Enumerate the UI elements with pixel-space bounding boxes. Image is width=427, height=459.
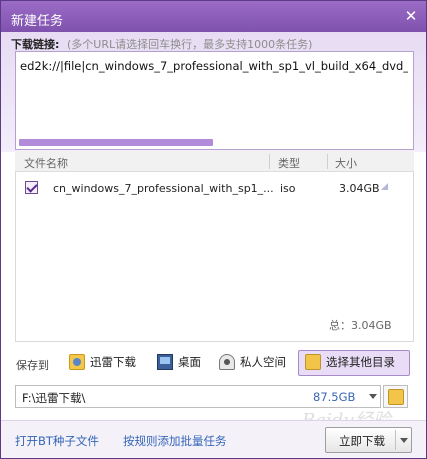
column-header-size[interactable]: 大小 xyxy=(335,155,357,171)
xunlei-folder-icon xyxy=(69,354,85,370)
url-label: 下载链接: xyxy=(11,38,60,51)
batch-add-link[interactable]: 按规则添加批量任务 xyxy=(123,433,227,449)
total-size: 总：3.04GB xyxy=(329,319,392,332)
private-space-icon xyxy=(219,354,235,370)
resize-grip-icon xyxy=(381,183,388,190)
button-divider xyxy=(395,430,396,450)
download-now-label: 立即下载 xyxy=(339,434,385,448)
save-option-label: 桌面 xyxy=(178,355,201,369)
save-to-label: 保存到 xyxy=(16,359,49,372)
url-hint: (多个URL请选择回车换行，最多支持1000条任务) xyxy=(67,38,313,51)
file-checkbox[interactable] xyxy=(25,181,38,194)
save-option-label: 私人空间 xyxy=(240,355,286,369)
save-option-label: 迅雷下载 xyxy=(90,355,136,369)
column-divider[interactable] xyxy=(327,154,328,169)
chevron-down-icon[interactable] xyxy=(400,438,408,443)
file-name: cn_windows_7_professional_with_sp1_... xyxy=(53,182,273,195)
dialog-title: 新建任务 xyxy=(11,14,64,29)
save-option-label: 选择其他目录 xyxy=(326,355,395,369)
column-header-name[interactable]: 文件名称 xyxy=(24,155,68,171)
desktop-icon xyxy=(157,354,173,370)
free-space: 87.5GB xyxy=(313,390,356,404)
folder-icon xyxy=(388,389,404,405)
new-task-dialog: 新建任务 ✕ 下载链接: (多个URL请选择回车换行，最多支持1000条任务) … xyxy=(0,0,427,459)
open-torrent-link[interactable]: 打开BT种子文件 xyxy=(15,433,99,449)
browse-folder-button[interactable] xyxy=(383,385,408,408)
chevron-down-icon[interactable] xyxy=(369,394,377,399)
save-path-value[interactable]: F:\迅雷下载\ xyxy=(22,390,85,406)
file-type: iso xyxy=(280,182,296,195)
column-divider[interactable] xyxy=(269,154,270,169)
title-bar[interactable] xyxy=(1,1,426,32)
save-option-choose-other[interactable]: 选择其他目录 xyxy=(305,350,395,374)
folder-icon xyxy=(305,354,321,370)
close-icon[interactable]: ✕ xyxy=(402,7,420,25)
file-size: 3.04GB xyxy=(339,182,380,195)
url-horizontal-scrollbar[interactable] xyxy=(19,139,213,146)
save-option-xunlei[interactable]: 迅雷下载 xyxy=(69,350,136,374)
save-option-desktop[interactable]: 桌面 xyxy=(157,350,201,374)
url-input-text[interactable]: ed2k://|file|cn_windows_7_professional_w… xyxy=(20,59,408,75)
save-option-private-space[interactable]: 私人空间 xyxy=(219,350,286,374)
column-header-type[interactable]: 类型 xyxy=(278,155,300,171)
